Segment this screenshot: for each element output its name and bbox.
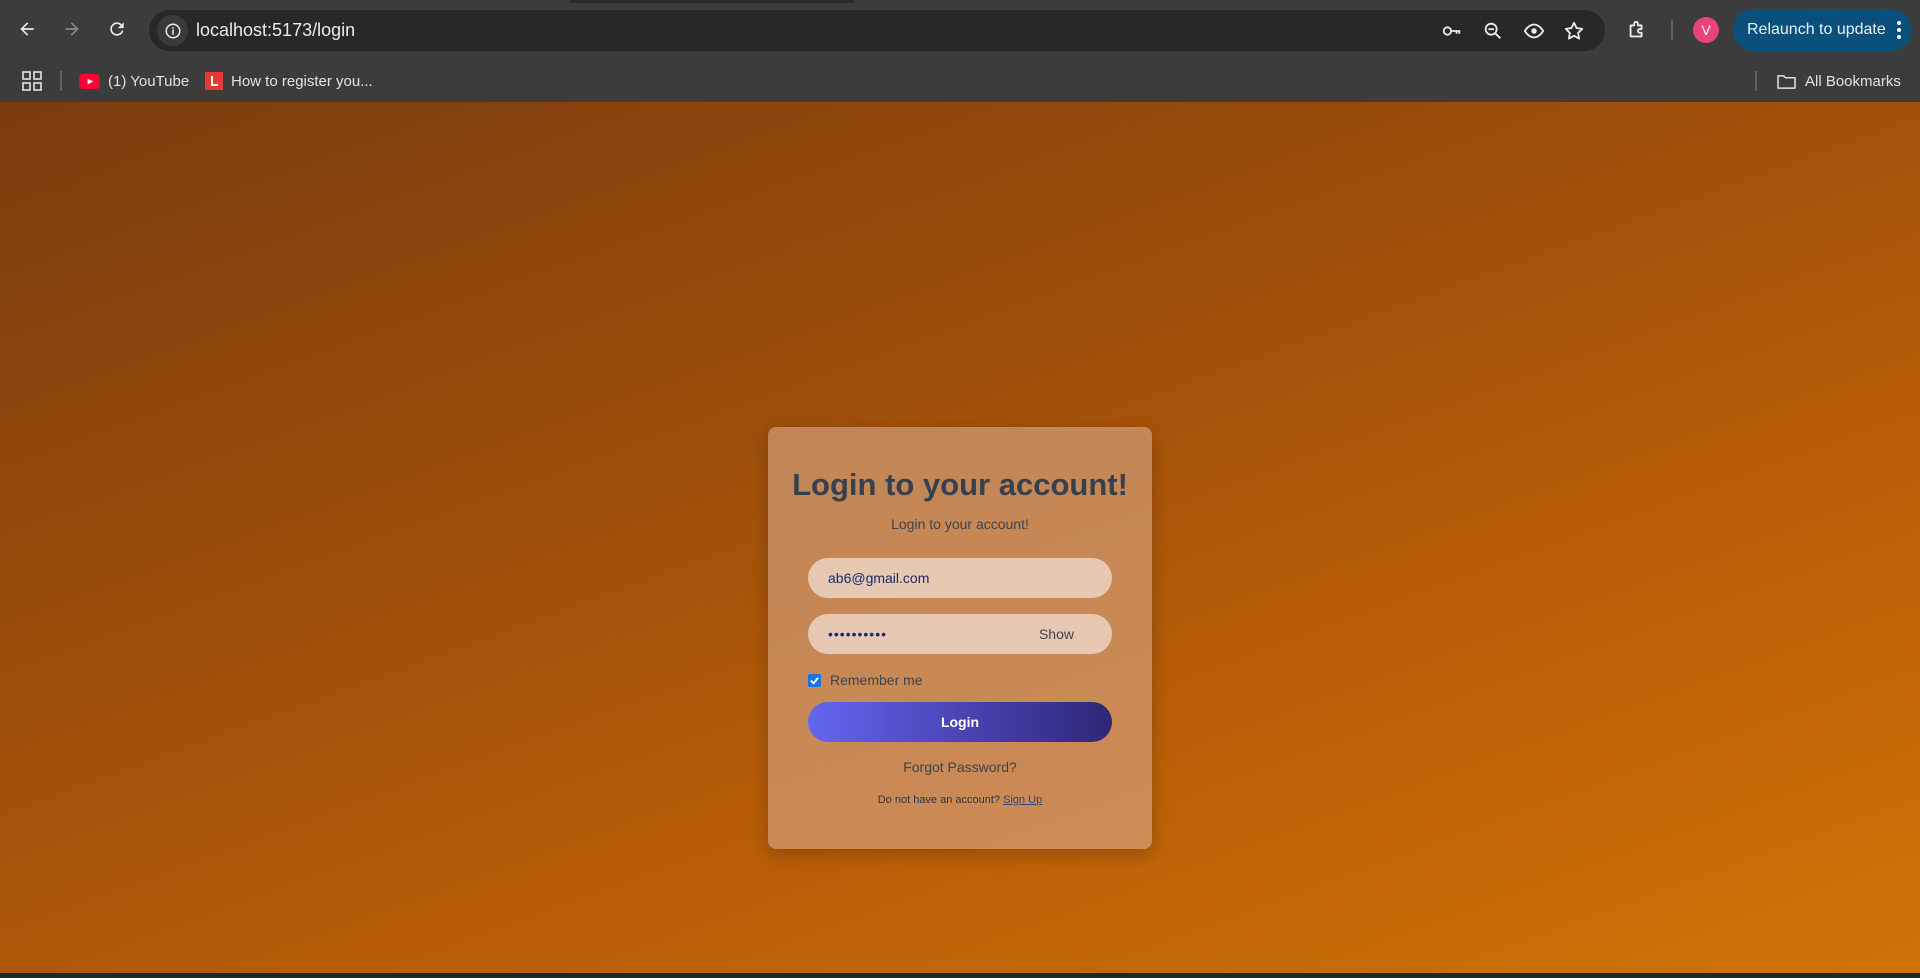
reload-button[interactable] [100,12,134,46]
all-bookmarks-label: All Bookmarks [1805,72,1901,90]
password-value: •••••••••• [828,626,888,642]
eye-icon[interactable] [1521,18,1547,44]
login-card: Login to your account! Login to your acc… [768,427,1152,849]
login-subtitle: Login to your account! [891,516,1029,532]
email-value: ab6@gmail.com [828,570,930,586]
remember-checkbox[interactable] [808,673,821,687]
youtube-icon [79,73,100,89]
info-icon [165,23,180,38]
apps-grid-icon [22,71,42,91]
password-input[interactable]: •••••••••• Show [808,614,1112,654]
check-icon [810,676,819,685]
remember-label: Remember me [830,672,923,688]
login-page-background: Login to your account! Login to your acc… [0,102,1920,973]
folder-icon [1776,73,1797,90]
l-logo-icon [205,72,223,90]
bookmarks-divider [60,71,62,91]
bookmarks-divider [1755,71,1757,91]
email-input[interactable]: ab6@gmail.com [808,558,1112,598]
bookmark-youtube[interactable]: (1) YouTube [79,60,189,102]
taskbar-edge [0,973,1920,978]
login-title: Login to your account! [792,467,1128,502]
bookmark-register[interactable]: How to register you... [205,60,373,102]
all-bookmarks-button[interactable]: All Bookmarks [1776,60,1901,102]
forgot-password-link[interactable]: Forgot Password? [768,759,1152,775]
zoom-icon[interactable] [1480,18,1506,44]
extensions-button[interactable] [1622,15,1652,45]
login-button[interactable]: Login [808,702,1112,742]
forward-button[interactable] [55,12,89,46]
address-bar[interactable]: localhost:5173/login [149,10,1605,51]
reload-icon [110,22,124,36]
bookmark-star-icon[interactable] [1561,18,1587,44]
tab-strip-edge [570,0,854,3]
apps-button[interactable] [22,60,42,102]
password-key-icon[interactable] [1439,18,1465,44]
show-password-button[interactable]: Show [1039,614,1074,654]
arrow-left-icon [20,22,34,36]
bookmark-label: How to register you... [231,72,373,90]
relaunch-label: Relaunch to update [1747,21,1886,38]
no-account-text: Do not have an account? [877,794,1001,806]
browser-toolbar: localhost:5173/login V Relaunch to updat… [0,0,1920,60]
back-button[interactable] [10,12,44,46]
puzzle-icon [1629,20,1643,38]
signup-link[interactable]: Sign Up [1003,794,1042,806]
arrow-right-icon [65,22,79,36]
more-menu-icon[interactable] [1896,19,1902,41]
toolbar-divider [1671,20,1673,40]
bookmark-label: (1) YouTube [108,72,190,90]
site-info-button[interactable] [157,15,188,46]
signup-prompt: Do not have an account? Sign Up [768,794,1152,806]
relaunch-button[interactable]: Relaunch to update [1733,9,1912,51]
remember-me[interactable]: Remember me [808,671,923,689]
url-text[interactable]: localhost:5173/login [196,10,355,51]
bookmarks-bar: (1) YouTube How to register you... All B… [0,60,1920,103]
profile-avatar[interactable]: V [1693,17,1719,43]
